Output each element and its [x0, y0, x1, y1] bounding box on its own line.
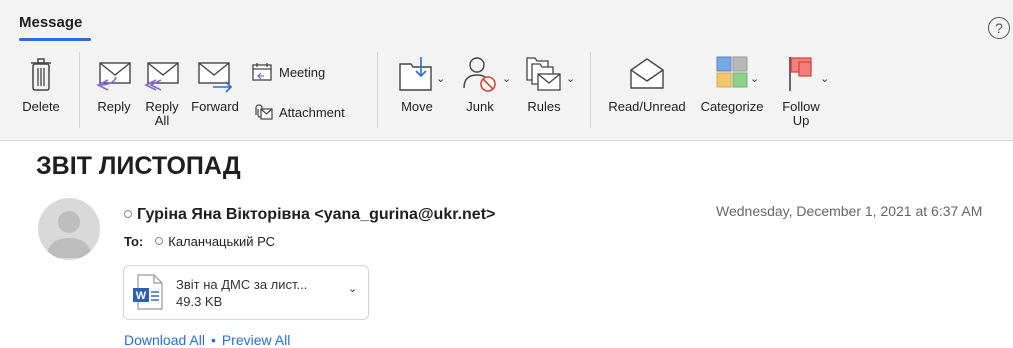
presence-icon: [124, 210, 132, 218]
junk-button[interactable]: Junk: [456, 54, 504, 114]
recipient[interactable]: Каланчацький РС: [168, 234, 275, 249]
sender-text: Гуріна Яна Вікторівна <yana_gurina@ukr.n…: [137, 206, 496, 223]
attachment-reply-icon: [255, 104, 273, 120]
flag-icon: [789, 57, 812, 91]
rules-icon: [526, 57, 561, 91]
reply-icon: [96, 62, 131, 91]
link-separator: •: [210, 332, 216, 348]
tab-active-indicator: [19, 38, 91, 41]
download-all-link[interactable]: Download All: [124, 332, 205, 348]
categorize-icon: [716, 56, 748, 88]
attachment-name: Звіт на ДМС за лист...: [176, 277, 308, 292]
read-unread-label: Read/Unread: [608, 99, 686, 114]
junk-chevron-down-icon[interactable]: ⌄: [502, 72, 511, 85]
junk-label: Junk: [466, 99, 494, 114]
open-envelope-icon: [630, 58, 664, 89]
attachment-label: Attachment: [279, 104, 345, 120]
message-subject: ЗВІТ ЛИСТОПАД: [36, 152, 241, 180]
trash-icon: [31, 58, 51, 91]
person-placeholder-icon: [46, 211, 92, 258]
avatar: [38, 198, 100, 260]
divider: [590, 52, 591, 128]
help-icon[interactable]: ?: [988, 17, 1010, 39]
read-unread-button[interactable]: Read/Unread: [604, 54, 690, 114]
meeting-label: Meeting: [279, 64, 326, 80]
move-label: Move: [401, 99, 433, 114]
move-chevron-down-icon[interactable]: ⌄: [436, 72, 445, 85]
rules-chevron-down-icon[interactable]: ⌄: [566, 72, 575, 85]
preview-all-link[interactable]: Preview All: [222, 332, 290, 348]
follow-up-label-2: Up: [792, 113, 810, 128]
recipients-row: To: Каланчацький РС: [124, 234, 275, 249]
sender[interactable]: Гуріна Яна Вікторівна <yana_gurina@ukr.n…: [124, 206, 495, 224]
reply-button[interactable]: Reply: [92, 60, 136, 114]
reply-all-icon: [144, 62, 179, 91]
forward-label: Forward: [191, 99, 239, 114]
categorize-chevron-down-icon[interactable]: ⌄: [750, 72, 759, 85]
divider: [377, 52, 378, 128]
follow-up-button[interactable]: Follow Up: [776, 54, 826, 128]
meeting-button[interactable]: Meeting: [251, 62, 325, 82]
attachment-size: 49.3 KB: [176, 294, 223, 309]
reply-all-label-1: Reply: [145, 99, 179, 114]
reply-all-button[interactable]: Reply All: [140, 60, 184, 128]
junk-icon: [463, 57, 496, 92]
forward-icon: [198, 62, 233, 93]
svg-text:W: W: [136, 290, 147, 302]
rules-label: Rules: [527, 99, 561, 114]
attachment-chevron-down-icon[interactable]: ⌄: [348, 282, 357, 295]
forward-button[interactable]: Forward: [188, 60, 242, 114]
delete-label: Delete: [22, 99, 60, 114]
message-date: Wednesday, December 1, 2021 at 6:37 AM: [716, 203, 983, 219]
to-label: To:: [124, 234, 144, 249]
presence-icon: [155, 237, 164, 245]
move-folder-icon: [399, 57, 432, 91]
divider: [79, 52, 80, 128]
follow-up-chevron-down-icon[interactable]: ⌄: [820, 72, 829, 85]
delete-button[interactable]: Delete: [18, 56, 64, 114]
attachment-links: Download All • Preview All: [124, 332, 290, 348]
calendar-reply-icon: [252, 63, 272, 81]
reply-label: Reply: [97, 99, 131, 114]
word-doc-icon: W: [133, 274, 163, 310]
reply-all-label-2: All: [154, 113, 170, 128]
categorize-label: Categorize: [700, 99, 764, 114]
follow-up-label-1: Follow: [782, 99, 820, 114]
rules-button[interactable]: Rules: [520, 54, 568, 114]
tab-message[interactable]: Message: [19, 14, 82, 31]
move-button[interactable]: Move: [394, 54, 440, 114]
attachment-card[interactable]: W Звіт на ДМС за лист... 49.3 KB ⌄: [123, 265, 369, 320]
attachment-button[interactable]: Attachment: [251, 103, 345, 121]
ribbon-toolbar: Message ? Delete Reply Reply All Forward…: [0, 0, 1013, 141]
